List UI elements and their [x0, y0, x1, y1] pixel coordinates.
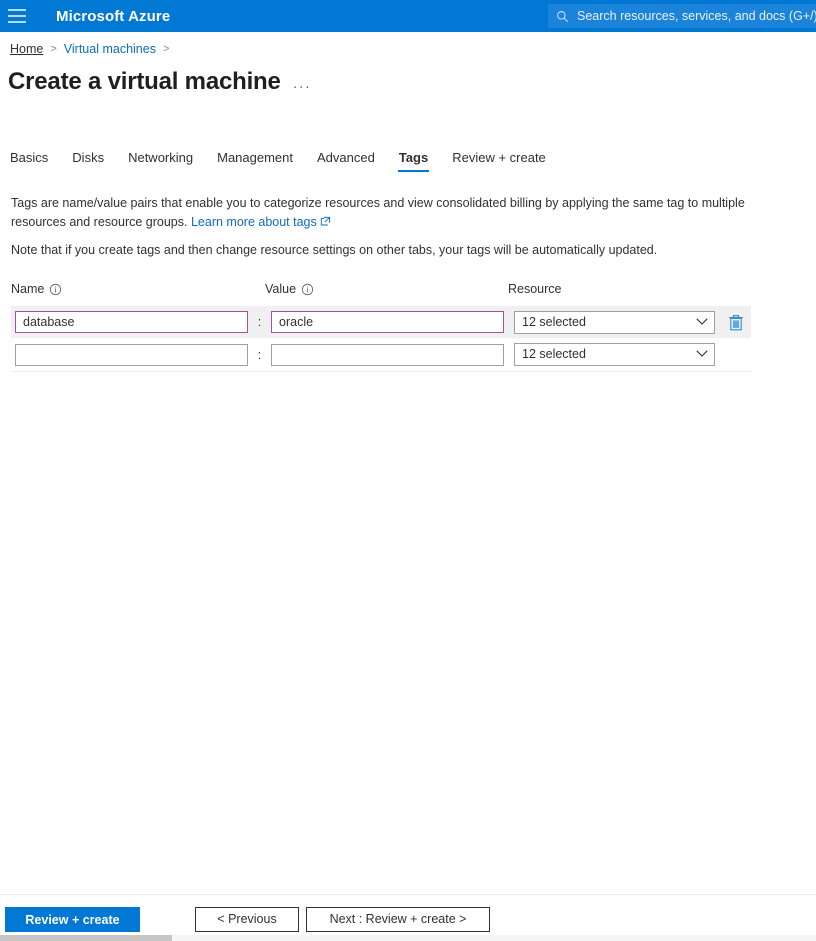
tags-table: Name Value Resource : 12 selected — [11, 278, 751, 372]
tags-description: Tags are name/value pairs that enable yo… — [11, 194, 751, 232]
column-header-name: Name — [11, 282, 265, 296]
tags-note: Note that if you create tags and then ch… — [11, 241, 751, 260]
column-header-value-label: Value — [265, 282, 296, 296]
table-row: : 12 selected — [11, 338, 751, 372]
row-colon-2: : — [248, 348, 271, 362]
global-search-input[interactable]: Search resources, services, and docs (G+… — [548, 4, 816, 28]
row-colon-1: : — [248, 315, 271, 329]
search-icon — [556, 10, 569, 23]
breadcrumb-separator: > — [50, 43, 56, 55]
info-icon[interactable] — [301, 283, 314, 296]
breadcrumb-item-home[interactable]: Home — [10, 42, 43, 56]
tags-description-text: Tags are name/value pairs that enable yo… — [11, 196, 745, 229]
wizard-tabs: Basics Disks Networking Management Advan… — [10, 150, 558, 178]
breadcrumb: Home > Virtual machines > — [10, 42, 169, 56]
tab-management[interactable]: Management — [205, 150, 305, 172]
horizontal-scrollbar-thumb[interactable] — [0, 935, 172, 941]
tab-review-create[interactable]: Review + create — [440, 150, 558, 172]
trash-icon — [728, 314, 744, 331]
breadcrumb-item-virtual-machines[interactable]: Virtual machines — [64, 42, 156, 56]
breadcrumb-separator-2: > — [163, 43, 169, 55]
more-options-button[interactable]: ··· — [291, 76, 313, 96]
previous-button[interactable]: < Previous — [195, 907, 299, 932]
horizontal-scrollbar-track[interactable] — [0, 935, 816, 941]
brand-title[interactable]: Microsoft Azure — [56, 8, 170, 25]
delete-tag-button-1[interactable] — [723, 314, 749, 331]
tag-value-input-2[interactable] — [271, 344, 504, 366]
column-header-resource: Resource — [508, 282, 708, 296]
tab-disks[interactable]: Disks — [60, 150, 116, 172]
learn-more-about-tags-link[interactable]: Learn more about tags — [191, 215, 317, 229]
resource-select-wrapper-1: 12 selected — [514, 311, 715, 334]
tab-networking[interactable]: Networking — [116, 150, 205, 172]
column-header-name-label: Name — [11, 282, 44, 296]
tag-name-input-1[interactable] — [15, 311, 248, 333]
page-title: Create a virtual machine — [8, 68, 281, 96]
external-link-icon — [320, 216, 331, 227]
tab-basics[interactable]: Basics — [10, 150, 60, 172]
resource-select-1[interactable]: 12 selected — [514, 311, 715, 334]
tags-table-header-row: Name Value Resource — [11, 278, 751, 306]
tab-advanced[interactable]: Advanced — [305, 150, 387, 172]
table-row: : 12 selected — [11, 306, 751, 338]
wizard-footer: Review + create < Previous Next : Review… — [0, 894, 816, 941]
global-search-placeholder: Search resources, services, and docs (G+… — [577, 9, 816, 23]
tab-tags[interactable]: Tags — [387, 150, 440, 172]
tag-name-input-2[interactable] — [15, 344, 248, 366]
next-review-create-button[interactable]: Next : Review + create > — [306, 907, 490, 932]
info-icon[interactable] — [49, 283, 62, 296]
hamburger-menu-icon[interactable] — [8, 9, 26, 23]
azure-top-bar: Microsoft Azure Search resources, servic… — [0, 0, 816, 32]
resource-select-wrapper-2: 12 selected — [514, 343, 715, 366]
resource-select-2[interactable]: 12 selected — [514, 343, 715, 366]
tag-value-input-1[interactable] — [271, 311, 504, 333]
column-header-value: Value — [265, 282, 508, 296]
review-create-button[interactable]: Review + create — [5, 907, 140, 932]
